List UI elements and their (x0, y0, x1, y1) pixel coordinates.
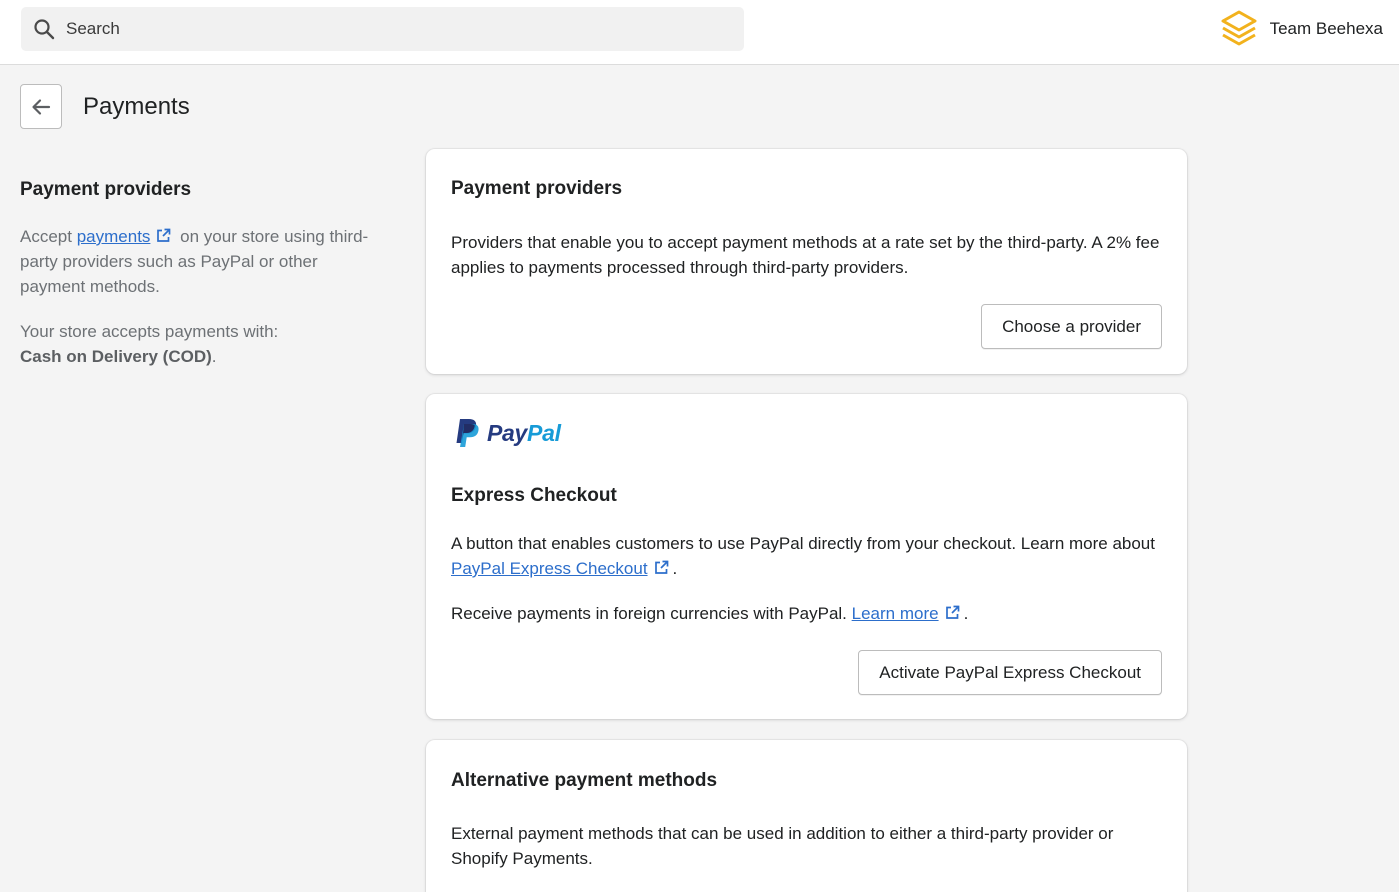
paypal-description: A button that enables customers to use P… (451, 531, 1166, 581)
page-title: Payments (83, 93, 190, 120)
paypal-desc-text: A button that enables customers to use P… (451, 534, 1155, 553)
paypal-pay: Pay (487, 419, 528, 446)
card-title: Payment providers (451, 178, 623, 199)
currency-text-end: . (963, 604, 969, 623)
intro-text-start: Accept (20, 227, 72, 246)
external-link-icon (157, 228, 171, 242)
section-description: Payment providers Accept payments on you… (20, 176, 380, 369)
section-heading: Payment providers (20, 179, 192, 200)
top-bar: Team Beehexa (0, 0, 1399, 65)
accepted-label: Your store accepts payments with: (20, 322, 279, 341)
choose-provider-button[interactable]: Choose a provider (981, 304, 1162, 349)
activate-paypal-button[interactable]: Activate PayPal Express Checkout (858, 650, 1162, 695)
external-link-icon (654, 560, 668, 574)
paypal-logo: PayPal (454, 418, 561, 448)
search-bar[interactable] (21, 7, 744, 51)
back-button[interactable] (20, 84, 62, 129)
payments-link[interactable]: payments (77, 227, 151, 246)
paypal-wordmark: PayPal (487, 420, 561, 447)
paypal-p-icon (456, 419, 479, 447)
paypal-card: PayPal Express Checkout A button that en… (426, 394, 1187, 719)
store-menu[interactable]: Team Beehexa (1220, 9, 1383, 49)
payment-providers-card: Payment providers Providers that enable … (426, 149, 1187, 374)
external-link-icon (945, 605, 959, 619)
accepted-suffix: . (211, 347, 217, 366)
search-input[interactable] (66, 7, 726, 51)
section-intro: Accept payments on your store using thir… (20, 224, 380, 299)
intro-text-end: on your store using third-party provider… (20, 227, 369, 296)
search-icon (34, 19, 55, 40)
arrow-left-icon (32, 98, 51, 115)
card-title: Alternative payment methods (451, 770, 718, 791)
currency-text: Receive payments in foreign currencies w… (451, 604, 847, 623)
accepted-method: Cash on Delivery (COD) (20, 347, 212, 366)
card-description: Providers that enable you to accept paym… (451, 233, 1160, 277)
card-title: Express Checkout (451, 485, 617, 506)
store-logo-icon (1221, 10, 1257, 46)
alternative-payments-card: Alternative payment methods External pay… (426, 740, 1187, 892)
paypal-currency-text: Receive payments in foreign currencies w… (451, 601, 1166, 626)
store-name: Team Beehexa (1269, 19, 1383, 38)
paypal-express-checkout-link[interactable]: PayPal Express Checkout (451, 559, 648, 578)
paypal-desc-end: . (672, 559, 678, 578)
card-description: External payment methods that can be use… (451, 824, 1114, 868)
paypal-pal: Pal (527, 419, 561, 446)
learn-more-link[interactable]: Learn more (852, 604, 939, 623)
accepted-methods: Your store accepts payments with: Cash o… (20, 319, 380, 369)
